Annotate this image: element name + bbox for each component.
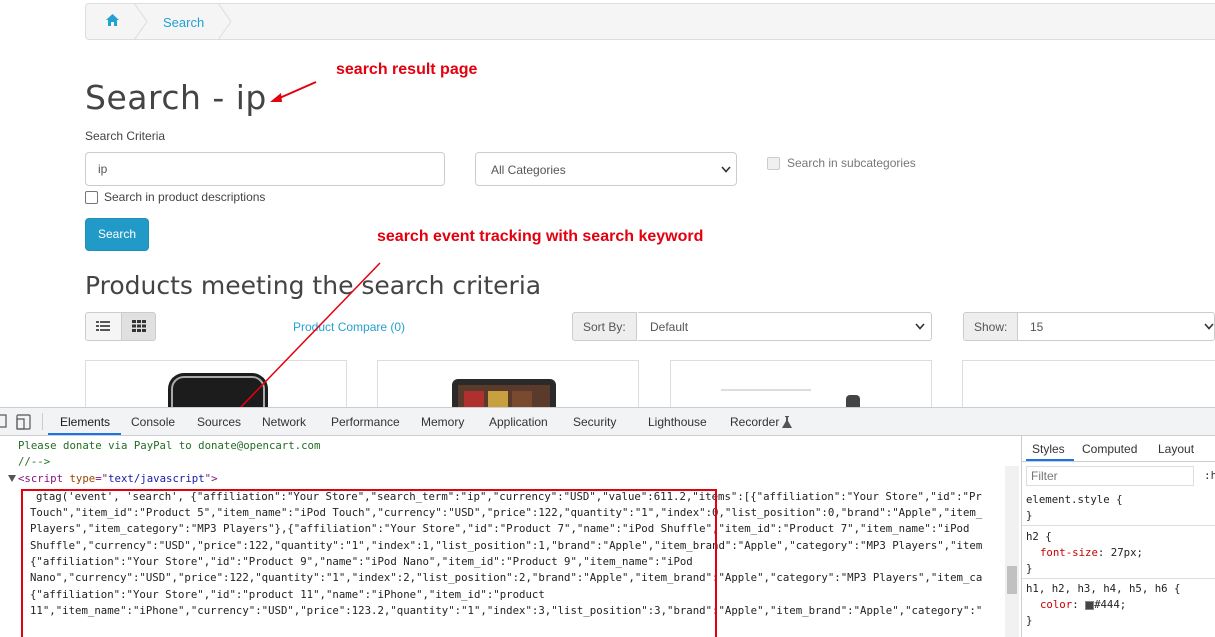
style-rule: element.style { — [1026, 493, 1123, 506]
tab-elements[interactable]: Elements — [60, 415, 110, 429]
tab-sources[interactable]: Sources — [197, 415, 241, 429]
dom-tree: Please donate via PayPal to donate@openc… — [0, 436, 1020, 637]
code-comment-line: Please donate via PayPal to donate@openc… — [18, 439, 321, 452]
code-comment-end: //--> — [18, 455, 51, 468]
tab-divider — [42, 413, 43, 430]
style-rule: h2 { — [1026, 530, 1052, 543]
device-toolbar-icon[interactable] — [16, 414, 32, 430]
hover-state-toggle[interactable]: :h — [1204, 469, 1215, 482]
tab-recorder[interactable]: Recorder — [730, 415, 779, 429]
devtools-tab-bar: Elements Console Sources Network Perform… — [0, 408, 1215, 436]
tag-attr: type — [69, 472, 96, 485]
tag-close: "> — [204, 472, 218, 485]
tab-layout[interactable]: Layout — [1158, 442, 1194, 456]
flask-icon — [782, 416, 792, 428]
style-declaration: font-size: 27px; — [1040, 546, 1143, 559]
tab-computed[interactable]: Computed — [1082, 442, 1137, 456]
tab-performance[interactable]: Performance — [331, 415, 400, 429]
highlight-box — [21, 489, 717, 637]
screenshot-root: Search search result page search event t… — [0, 0, 1215, 637]
styles-tab-bar: Styles Computed Layout — [1022, 436, 1215, 462]
active-tab-indicator — [1026, 459, 1074, 461]
styles-panel: Styles Computed Layout Filter :h element… — [1021, 436, 1215, 637]
tab-network[interactable]: Network — [262, 415, 306, 429]
style-rule-close: } — [1026, 614, 1033, 627]
tag-val: text/javascript — [108, 472, 205, 485]
color-swatch[interactable] — [1085, 600, 1095, 610]
style-value: : 27px; — [1097, 546, 1143, 559]
active-tab-indicator — [48, 433, 121, 435]
style-rule: h1, h2, h3, h4, h5, h6 { — [1026, 582, 1181, 595]
tab-security[interactable]: Security — [573, 415, 616, 429]
vertical-scrollbar[interactable] — [1005, 466, 1019, 637]
tab-lighthouse[interactable]: Lighthouse — [648, 415, 707, 429]
styles-filter-input[interactable]: Filter — [1026, 466, 1194, 486]
tag-eq: =" — [95, 472, 109, 485]
devtools-panel: Elements Console Sources Network Perform… — [0, 407, 1215, 637]
rule-divider — [1022, 525, 1215, 526]
style-value: #444; — [1094, 598, 1127, 611]
tab-application[interactable]: Application — [489, 415, 548, 429]
scrollbar-thumb[interactable] — [1007, 566, 1017, 594]
style-rule-close: } — [1026, 509, 1033, 522]
inspect-element-icon[interactable] — [0, 414, 8, 430]
rule-divider — [1022, 578, 1215, 579]
style-declaration: color: #444; — [1040, 598, 1127, 611]
expand-triangle-icon[interactable] — [8, 475, 16, 482]
style-rule-close: } — [1026, 562, 1033, 575]
tab-console[interactable]: Console — [131, 415, 175, 429]
style-property: color — [1040, 598, 1073, 611]
script-tag-line[interactable]: <script type="text/javascript"> — [18, 472, 218, 485]
style-property: font-size — [1040, 546, 1098, 559]
tab-styles[interactable]: Styles — [1032, 442, 1065, 456]
tab-memory[interactable]: Memory — [421, 415, 464, 429]
tag-open: <script — [18, 472, 70, 485]
